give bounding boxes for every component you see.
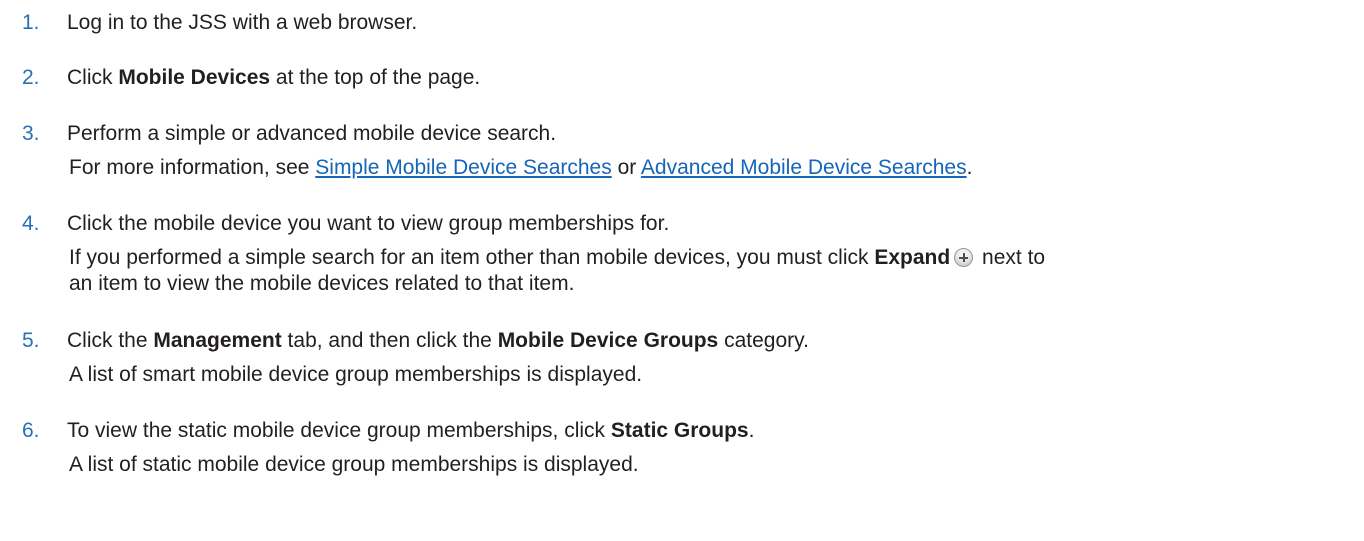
step-text-segment: . xyxy=(748,419,755,442)
ui-term-expand: Expand xyxy=(874,246,951,269)
ui-term-static-groups: Static Groups xyxy=(610,419,749,442)
step-text-segment: next to xyxy=(976,246,1046,269)
step-text-segment: Click the xyxy=(67,329,154,352)
step-text-segment: A list of static mobile device group mem… xyxy=(69,453,639,476)
step-text-segment: tab, and then click the xyxy=(281,329,498,352)
step-note: If you performed a simple search for an … xyxy=(69,246,1045,270)
step-text-segment: For more information, see xyxy=(69,156,316,179)
step-text-segment: category. xyxy=(718,329,809,352)
ui-term-mobile-device-groups: Mobile Device Groups xyxy=(497,329,719,352)
step-text-segment: To view the static mobile device group m… xyxy=(67,419,611,442)
step-number: 2. xyxy=(22,66,40,89)
step-text-segment: Log in to the JSS with a web browser. xyxy=(67,11,418,34)
step-text: To view the static mobile device group m… xyxy=(67,419,754,443)
step-number: 1. xyxy=(22,11,40,34)
plus-circle-icon xyxy=(954,248,974,267)
step-text-segment: . xyxy=(966,156,973,179)
step-text: Log in to the JSS with a web browser. xyxy=(67,11,417,35)
link-advanced-mobile-device-searches[interactable]: Advanced Mobile Device Searches xyxy=(641,156,967,179)
step-text: Click the mobile device you want to view… xyxy=(67,212,669,236)
instruction-steps: 1. Log in to the JSS with a web browser.… xyxy=(0,0,1364,541)
step-text-segment: Click the mobile device you want to view… xyxy=(67,212,670,235)
step-text-segment: Click xyxy=(67,66,119,89)
step-text: Click the Management tab, and then click… xyxy=(67,329,809,353)
step-text: Perform a simple or advanced mobile devi… xyxy=(67,122,556,146)
link-simple-mobile-device-searches[interactable]: Simple Mobile Device Searches xyxy=(315,156,611,179)
step-number: 4. xyxy=(22,212,40,235)
step-text-segment: Perform a simple or advanced mobile devi… xyxy=(67,122,557,145)
step-note: A list of smart mobile device group memb… xyxy=(69,363,642,387)
step-note-continued: an item to view the mobile devices relat… xyxy=(69,272,574,296)
ui-term-mobile-devices: Mobile Devices xyxy=(118,66,271,89)
step-note: For more information, see Simple Mobile … xyxy=(69,156,972,180)
step-text-segment: A list of smart mobile device group memb… xyxy=(69,363,643,386)
step-text-segment: an item to view the mobile devices relat… xyxy=(69,272,575,295)
step-text-segment: or xyxy=(611,156,641,179)
step-note: A list of static mobile device group mem… xyxy=(69,453,639,477)
step-number: 5. xyxy=(22,329,40,352)
step-number: 6. xyxy=(22,419,40,442)
ui-term-management: Management xyxy=(153,329,282,352)
step-text-segment: at the top of the page. xyxy=(270,66,481,89)
step-text: Click Mobile Devices at the top of the p… xyxy=(67,66,480,90)
step-number: 3. xyxy=(22,122,40,145)
step-text-segment: If you performed a simple search for an … xyxy=(69,246,875,269)
